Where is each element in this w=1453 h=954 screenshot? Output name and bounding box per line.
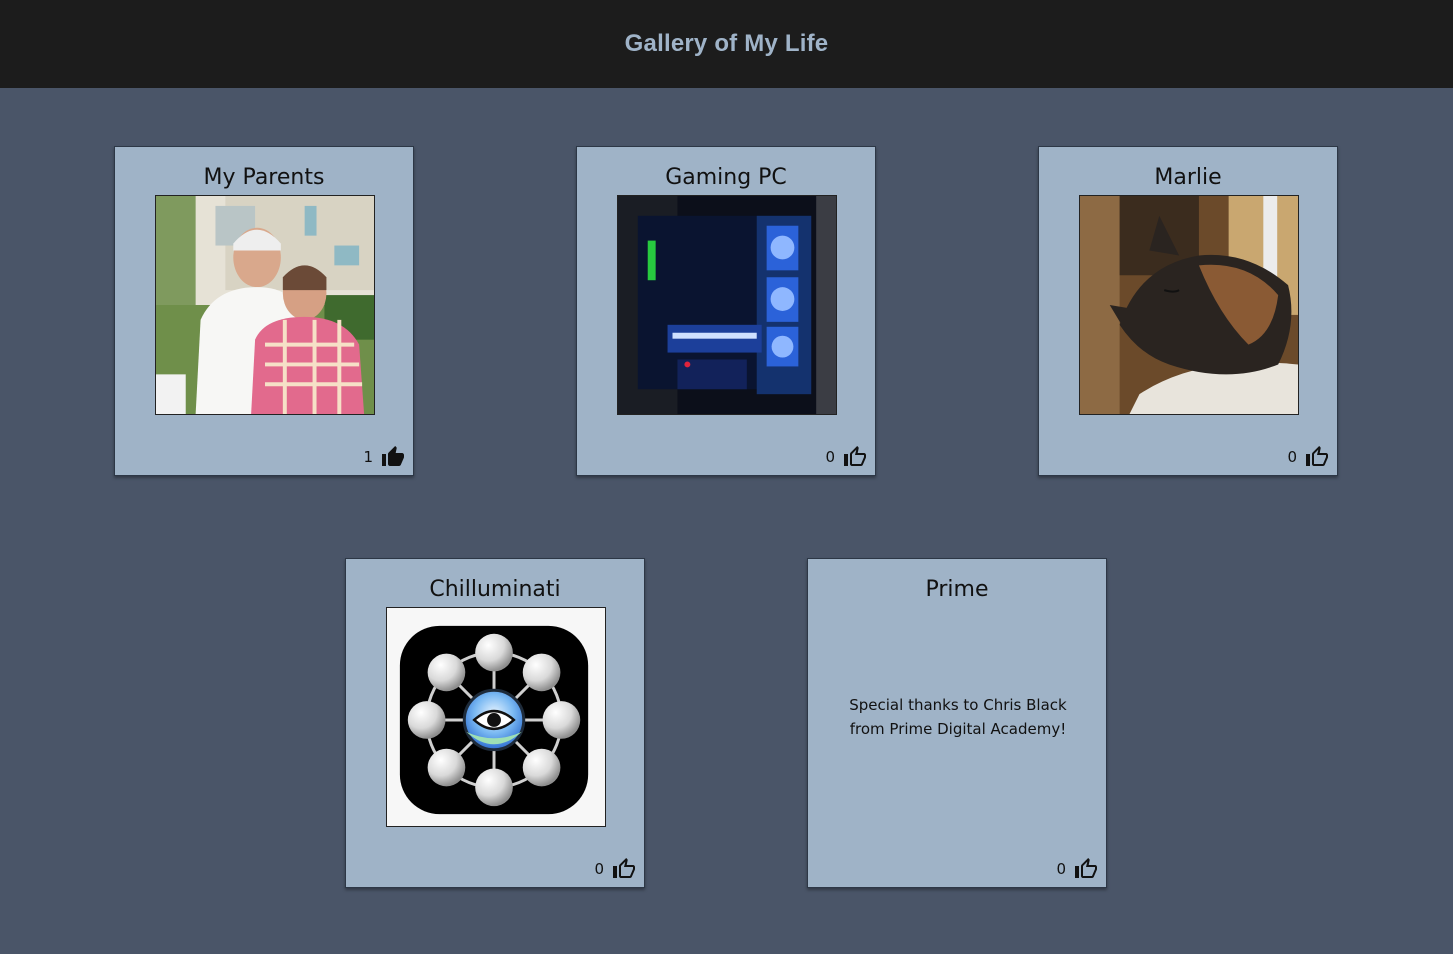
gallery-card-gaming-pc[interactable]: Gaming PC 0 [576,146,876,476]
card-title: Marlie [1154,165,1222,190]
app-header: Gallery of My Life [0,0,1453,88]
like-row: 0 [1287,445,1329,469]
page-title: Gallery of My Life [624,30,829,57]
like-count: 0 [1287,448,1297,466]
card-title: Prime [925,577,989,602]
thumb-up-outline-icon[interactable] [612,857,636,881]
gallery-card-marlie[interactable]: Marlie 0 [1038,146,1338,476]
card-description: Special thanks to Chris Black from Prime… [849,696,1067,738]
like-count: 1 [363,448,373,466]
card-image-chilluminati-logo[interactable] [386,607,606,827]
thumb-up-outline-icon[interactable] [1074,857,1098,881]
gallery-card-chilluminati[interactable]: Chilluminati 0 [345,558,645,888]
like-count: 0 [825,448,835,466]
card-image-gaming-pc[interactable] [617,195,837,415]
thumb-up-outline-icon[interactable] [843,445,867,469]
card-image-parents[interactable] [155,195,375,415]
like-row: 1 [363,445,405,469]
card-image-cat[interactable] [1079,195,1299,415]
card-title: My Parents [203,165,325,190]
like-row: 0 [1056,857,1098,881]
thumb-up-icon[interactable] [381,445,405,469]
like-count: 0 [1056,860,1066,878]
like-count: 0 [594,860,604,878]
thumb-up-outline-icon[interactable] [1305,445,1329,469]
card-title: Gaming PC [665,165,787,190]
card-title: Chilluminati [429,577,561,602]
like-row: 0 [825,445,867,469]
like-row: 0 [594,857,636,881]
gallery-card-my-parents[interactable]: My Parents 1 [114,146,414,476]
gallery-card-prime[interactable]: Prime Special thanks to Chris Black from… [807,558,1107,888]
